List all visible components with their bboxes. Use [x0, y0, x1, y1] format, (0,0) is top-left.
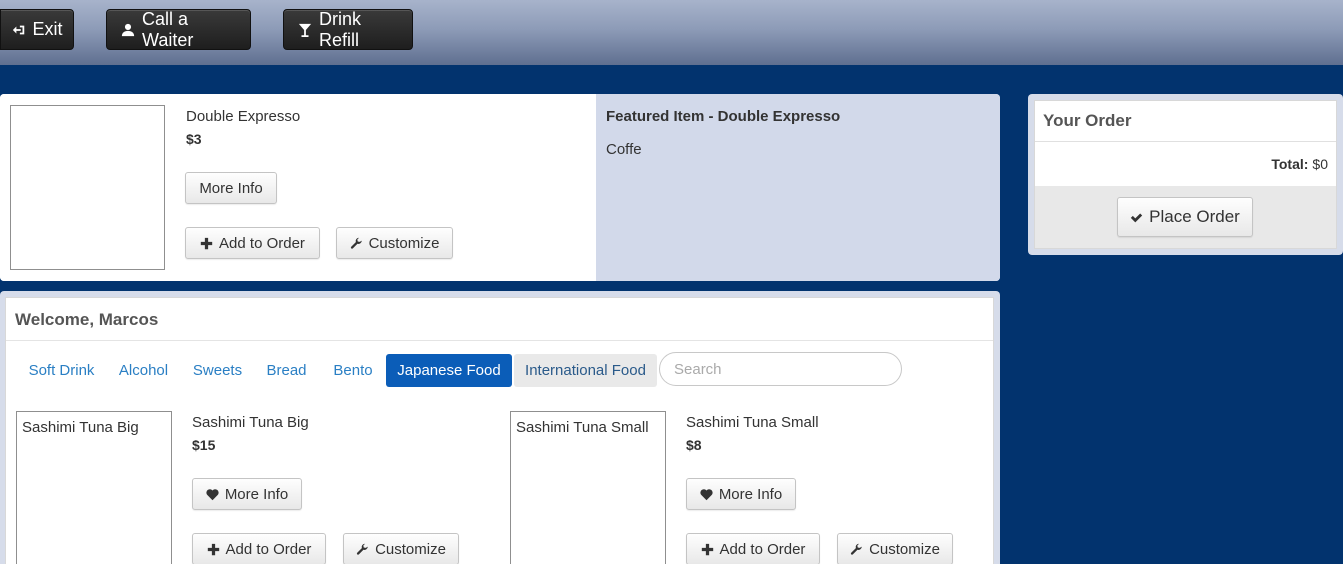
item-image: Sashimi Tuna Big	[16, 411, 172, 564]
featured-item-image	[10, 105, 165, 270]
drink-refill-label: Drink Refill	[319, 8, 362, 50]
item-more-info-button[interactable]: More Info	[192, 478, 302, 510]
featured-more-info-label: More Info	[199, 179, 263, 197]
item-price: $8	[686, 437, 702, 453]
order-title: Your Order	[1035, 101, 1336, 142]
featured-add-to-order-label: Add to Order	[219, 234, 305, 252]
order-box: Your Order Total: $0 Place Order	[1034, 100, 1337, 249]
plus-icon	[207, 543, 219, 555]
item-image-label: Sashimi Tuna Big	[22, 419, 139, 436]
menu-panel: Welcome, Marcos Soft Drink Alcohol Sweet…	[0, 291, 1000, 564]
exit-icon	[12, 23, 26, 37]
user-icon	[121, 23, 135, 37]
item-customize-button[interactable]: Customize	[343, 533, 459, 564]
welcome-heading: Welcome, Marcos	[6, 298, 993, 341]
wrench-icon	[356, 543, 368, 555]
plus-icon	[701, 543, 713, 555]
call-waiter-label: Call a Waiter	[142, 8, 194, 50]
featured-customize-label: Customize	[368, 234, 440, 252]
place-order-label: Place Order	[1149, 207, 1240, 226]
top-toolbar: Exit Call a Waiter Drink Refill	[0, 0, 1343, 65]
featured-description-area: Featured Item - Double Expresso Coffe	[596, 94, 1000, 281]
drink-refill-button[interactable]: Drink Refill	[283, 9, 413, 50]
item-more-info-label: More Info	[718, 485, 783, 503]
item-add-to-order-button[interactable]: Add to Order	[192, 533, 326, 564]
tab-soft-drink[interactable]: Soft Drink	[20, 354, 103, 387]
item-more-info-button[interactable]: More Info	[686, 478, 796, 510]
call-waiter-button[interactable]: Call a Waiter	[106, 9, 251, 50]
wrench-icon	[850, 543, 862, 555]
exit-label: Exit	[32, 19, 63, 39]
featured-panel: Double Expresso $3 More Info Add to Orde…	[0, 94, 1000, 281]
item-add-to-order-button[interactable]: Add to Order	[686, 533, 820, 564]
tab-japanese-food[interactable]: Japanese Food	[386, 354, 512, 387]
featured-description: Coffe	[606, 141, 642, 158]
tab-bento[interactable]: Bento	[324, 354, 382, 387]
place-order-button[interactable]: Place Order	[1117, 197, 1253, 237]
featured-add-to-order-button[interactable]: Add to Order	[185, 227, 320, 259]
item-add-to-order-label: Add to Order	[719, 540, 806, 558]
tab-sweets[interactable]: Sweets	[184, 354, 251, 387]
featured-more-info-button[interactable]: More Info	[185, 172, 277, 204]
item-customize-label: Customize	[375, 540, 446, 558]
item-more-info-label: More Info	[224, 485, 289, 503]
tab-international-food[interactable]: International Food	[514, 354, 657, 387]
plus-icon	[200, 237, 213, 249]
heart-icon	[700, 488, 713, 500]
order-total: Total: $0	[1271, 156, 1328, 172]
check-icon	[1130, 212, 1143, 222]
tab-bread[interactable]: Bread	[259, 354, 314, 387]
order-footer: Place Order	[1035, 186, 1336, 248]
item-image: Sashimi Tuna Small	[510, 411, 666, 564]
item-customize-label: Customize	[869, 540, 940, 558]
featured-item-card: Double Expresso $3 More Info Add to Orde…	[0, 94, 596, 281]
item-name: Sashimi Tuna Small	[686, 414, 819, 431]
search-input[interactable]	[659, 352, 902, 386]
featured-customize-button[interactable]: Customize	[336, 227, 453, 259]
heart-icon	[206, 488, 219, 500]
featured-title: Featured Item - Double Expresso	[606, 108, 841, 125]
item-customize-button[interactable]: Customize	[837, 533, 953, 564]
menu-box: Welcome, Marcos Soft Drink Alcohol Sweet…	[5, 297, 994, 564]
order-panel: Your Order Total: $0 Place Order	[1028, 94, 1343, 255]
featured-item-name: Double Expresso	[186, 108, 301, 125]
glass-icon	[298, 23, 312, 37]
tab-alcohol[interactable]: Alcohol	[112, 354, 175, 387]
item-add-to-order-label: Add to Order	[225, 540, 312, 558]
item-name: Sashimi Tuna Big	[192, 414, 309, 431]
item-image-label: Sashimi Tuna Small	[516, 419, 649, 436]
exit-button[interactable]: Exit	[0, 9, 74, 50]
order-total-value: $0	[1312, 156, 1328, 172]
order-total-label: Total:	[1271, 156, 1309, 172]
wrench-icon	[350, 237, 362, 249]
item-price: $15	[192, 437, 216, 453]
featured-item-price: $3	[186, 131, 202, 147]
